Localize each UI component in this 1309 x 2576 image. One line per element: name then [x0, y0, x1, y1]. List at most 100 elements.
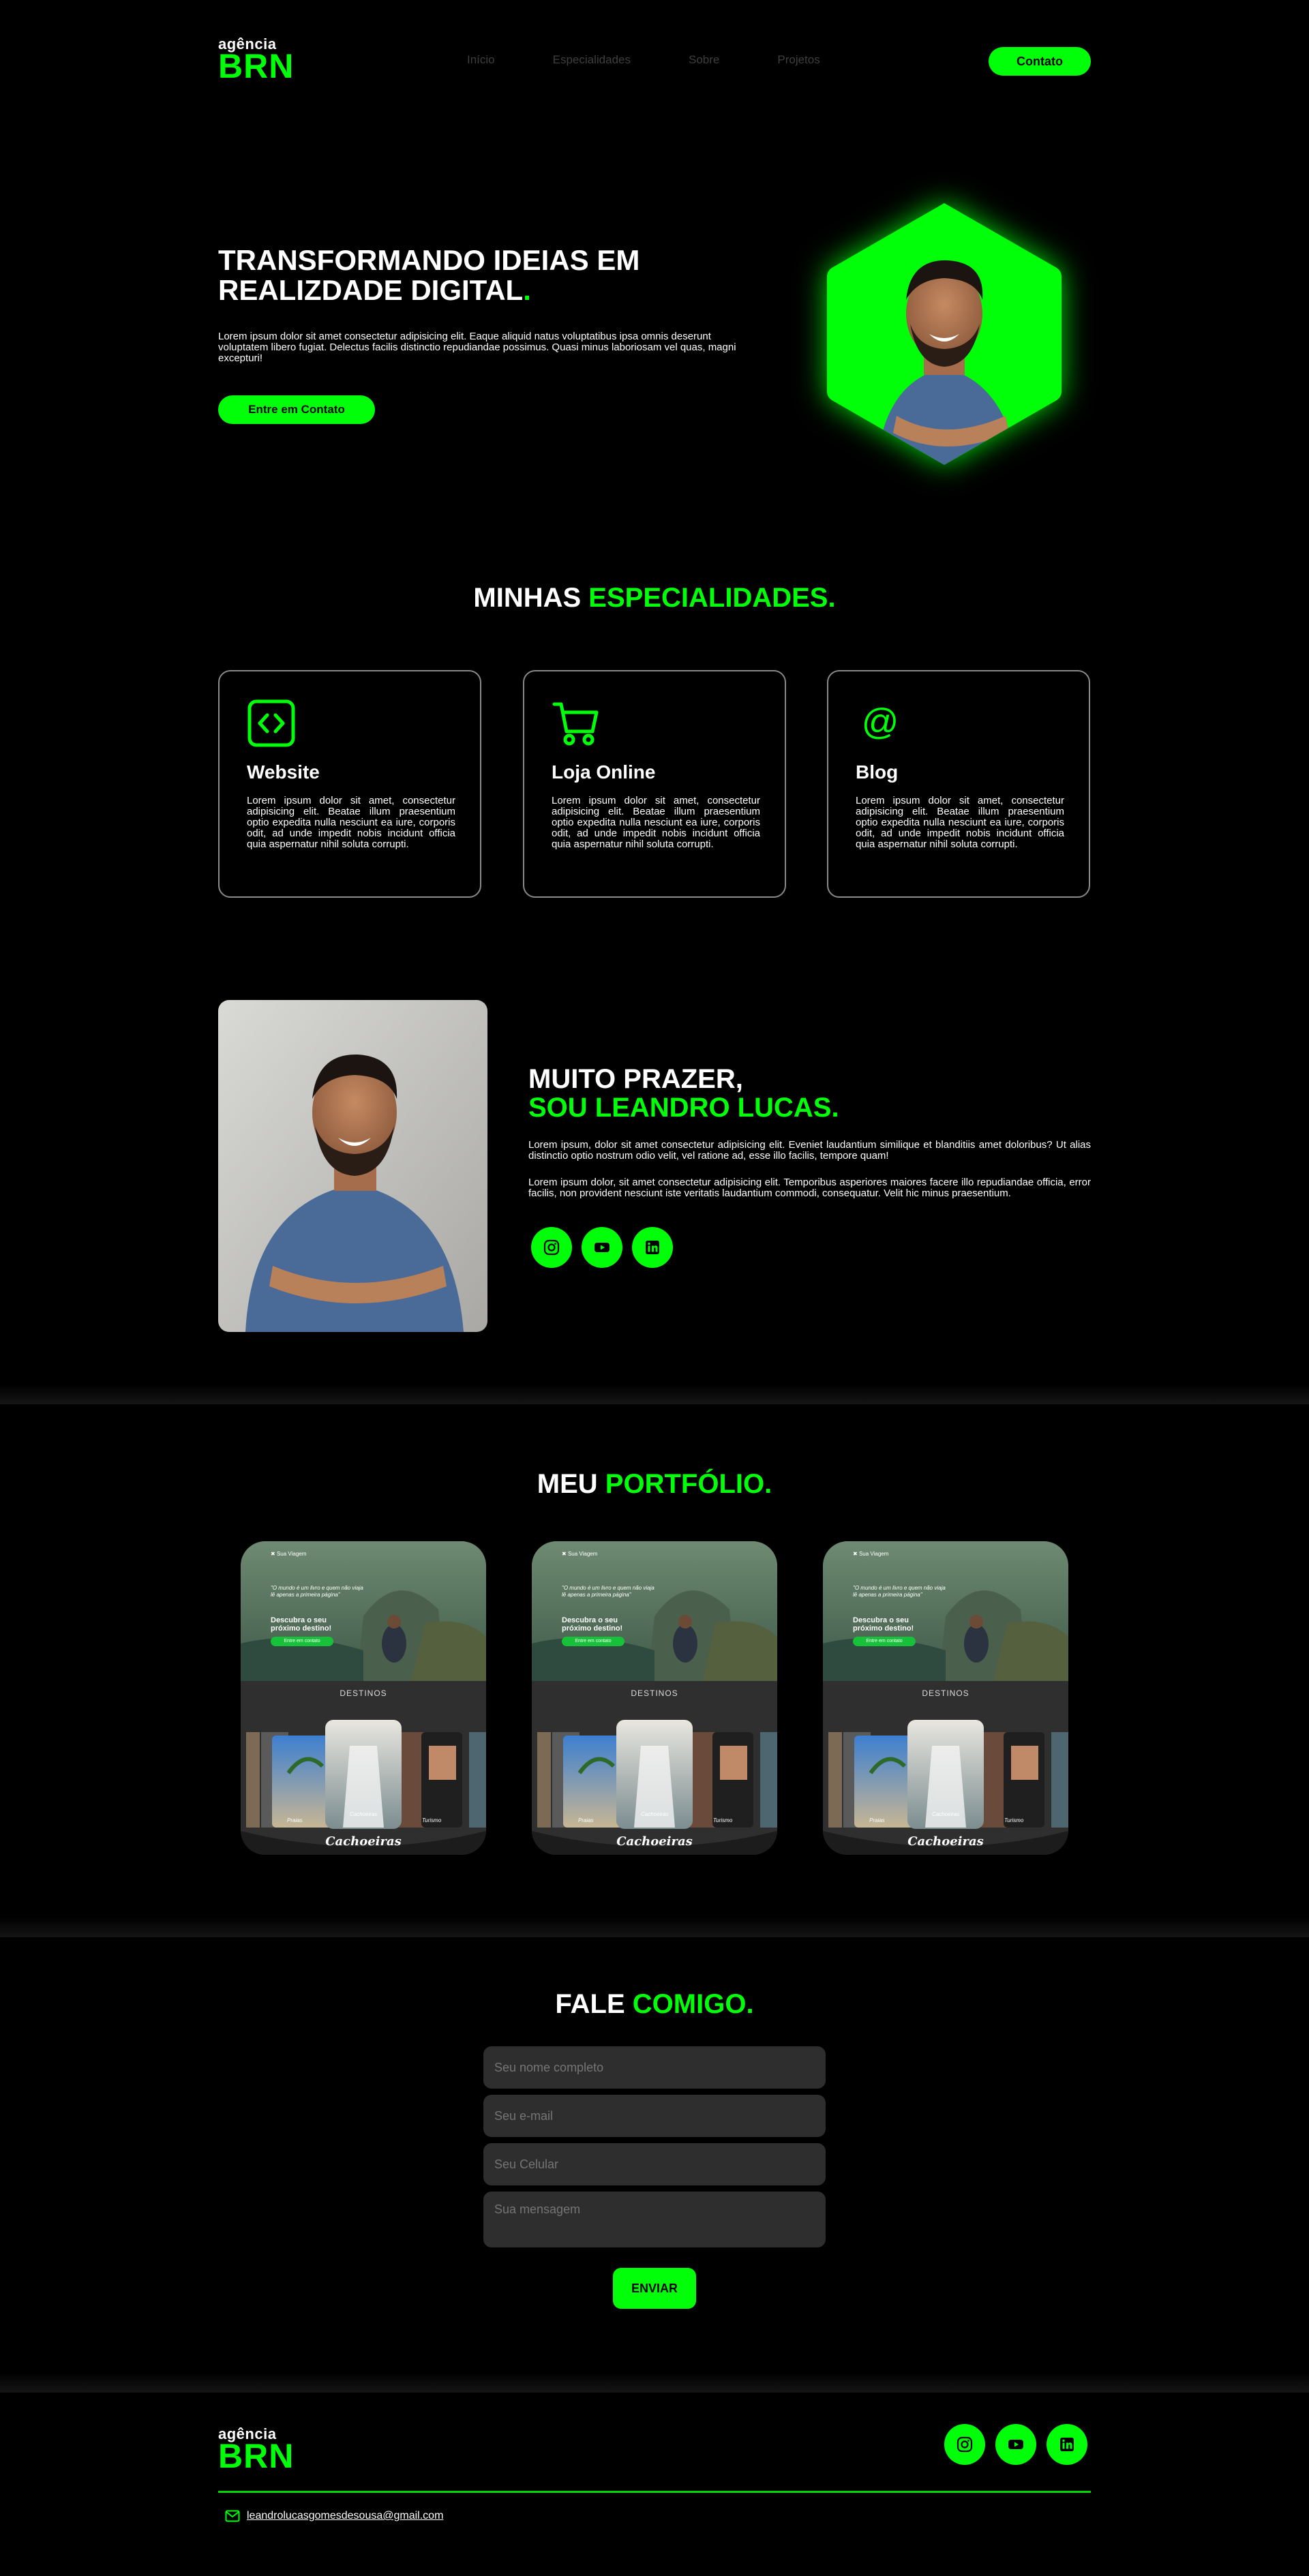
- hero-description: Lorem ipsum dolor sit amet consectetur a…: [218, 331, 736, 364]
- send-button[interactable]: ENVIAR: [613, 2268, 696, 2309]
- card-text: Lorem ipsum dolor sit amet, consectetur …: [552, 795, 760, 850]
- at-icon: @: [862, 701, 899, 742]
- email-input[interactable]: [483, 2095, 826, 2137]
- portfolio-caption: Cachoeiras: [616, 1834, 693, 1849]
- footer-instagram-button[interactable]: [944, 2424, 985, 2465]
- message-textarea[interactable]: [483, 2192, 826, 2247]
- portfolio-title-white: MEU: [537, 1469, 598, 1499]
- about-title-white: MUITO PRAZER,: [528, 1064, 743, 1094]
- contact-title-white: FALE: [555, 1989, 625, 2019]
- svg-text:@: @: [862, 701, 899, 742]
- contact-title: FALE COMIGO.: [0, 1989, 1309, 2020]
- portfolio-card[interactable]: ✖ Sua Viagem "O mundo é um livro e quem …: [823, 1541, 1068, 1855]
- nav-link-especialidades[interactable]: Especialidades: [553, 53, 631, 67]
- about-title-green: SOU LEANDRO LUCAS.: [528, 1093, 839, 1123]
- nav-link-projetos[interactable]: Projetos: [777, 53, 819, 67]
- portfolio-headline: Descubra o seu próximo destino!: [562, 1616, 623, 1633]
- card-title: Website: [247, 761, 320, 783]
- portfolio-title: MEU PORTFÓLIO.: [0, 1469, 1309, 1500]
- logo-bottom-text: BRN: [218, 2437, 295, 2475]
- hero-contact-button[interactable]: Entre em Contato: [218, 395, 375, 424]
- portfolio-card[interactable]: ✖ Sua Viagem "O mundo é um livro e quem …: [532, 1541, 777, 1855]
- footer-email-link[interactable]: leandrolucasgomesdesousa@gmail.com: [247, 2510, 443, 2522]
- logo[interactable]: agência BRN: [218, 37, 295, 85]
- about-paragraph-1: Lorem ipsum, dolor sit amet consectetur …: [528, 1139, 1091, 1162]
- card-text: Lorem ipsum dolor sit amet, consectetur …: [247, 795, 455, 850]
- portfolio-headline: Descubra o seu próximo destino!: [271, 1616, 332, 1633]
- hero-title-line1: TRANSFORMANDO IDEIAS EM: [218, 244, 640, 276]
- footer-youtube-button[interactable]: [995, 2424, 1036, 2465]
- nav-link-inicio[interactable]: Início: [467, 53, 495, 67]
- name-input[interactable]: [483, 2046, 826, 2089]
- portfolio-brand-text: Sua Viagem: [858, 1551, 889, 1557]
- phone-input[interactable]: [483, 2143, 826, 2185]
- portfolio-caption: Cachoeiras: [325, 1834, 402, 1849]
- specialties-title-green: ESPECIALIDADES.: [588, 583, 836, 613]
- portfolio-label-turismo: Turismo: [713, 1817, 733, 1823]
- instagram-button[interactable]: [531, 1227, 572, 1268]
- portfolio-section-label: DESTINOS: [922, 1688, 969, 1698]
- portfolio-brand: ✖ Sua Viagem: [853, 1551, 889, 1557]
- nav-link-sobre[interactable]: Sobre: [689, 53, 719, 67]
- portfolio-card[interactable]: ✖ Sua Viagem "O mundo é um livro e quem …: [241, 1541, 486, 1855]
- portfolio-label-cachoeiras: Cachoeiras: [932, 1811, 960, 1817]
- specialty-card-online-store: Loja Online Lorem ipsum dolor sit amet, …: [523, 670, 786, 898]
- portfolio-label-turismo: Turismo: [422, 1817, 442, 1823]
- footer-divider: [218, 2491, 1091, 2493]
- mail-icon: [225, 2510, 240, 2522]
- portfolio-quote: "O mundo é um livro e quem não viaja lê …: [562, 1585, 654, 1598]
- about-title: MUITO PRAZER, SOU LEANDRO LUCAS.: [528, 1065, 839, 1122]
- portfolio-section-label: DESTINOS: [631, 1688, 678, 1698]
- hero-title: TRANSFORMANDO IDEIAS EM REALIZDADE DIGIT…: [218, 245, 695, 305]
- portfolio-label-praias: Praias: [869, 1817, 885, 1823]
- portfolio-brand-text: Sua Viagem: [567, 1551, 598, 1557]
- portfolio-quote: "O mundo é um livro e quem não viaja lê …: [271, 1585, 363, 1598]
- portfolio-section-label: DESTINOS: [340, 1688, 387, 1698]
- instagram-icon: [957, 2436, 973, 2453]
- portfolio-brand: ✖ Sua Viagem: [271, 1551, 307, 1557]
- portfolio-cta: Entre em contato: [562, 1637, 625, 1646]
- logo-bottom-text: BRN: [218, 47, 295, 85]
- section-divider: [0, 1384, 1309, 1404]
- linkedin-button[interactable]: [632, 1227, 673, 1268]
- section-divider: [0, 2372, 1309, 2393]
- footer-linkedin-button[interactable]: [1047, 2424, 1087, 2465]
- specialty-card-blog: @ Blog Lorem ipsum dolor sit amet, conse…: [827, 670, 1090, 898]
- linkedin-icon: [646, 1241, 659, 1254]
- specialties-title-white: MINHAS: [473, 583, 582, 613]
- portfolio-brand: ✖ Sua Viagem: [562, 1551, 598, 1557]
- youtube-icon: [595, 1243, 610, 1252]
- portfolio-label-cachoeiras: Cachoeiras: [350, 1811, 378, 1817]
- portfolio-label-praias: Praias: [578, 1817, 594, 1823]
- portfolio-label-cachoeiras: Cachoeiras: [641, 1811, 669, 1817]
- hero-title-dot: .: [523, 274, 531, 306]
- contact-title-green: COMIGO.: [632, 1989, 754, 2019]
- main-nav: Início Especialidades Sobre Projetos: [467, 53, 820, 67]
- contact-button[interactable]: Contato: [989, 47, 1091, 76]
- portfolio-caption: Cachoeiras: [907, 1834, 984, 1849]
- footer-logo[interactable]: agência BRN: [218, 2427, 295, 2475]
- portfolio-title-green: PORTFÓLIO.: [605, 1469, 772, 1499]
- portfolio-cta: Entre em contato: [853, 1637, 916, 1646]
- portfolio-quote: "O mundo é um livro e quem não viaja lê …: [853, 1585, 946, 1598]
- cart-icon: [552, 702, 599, 746]
- hero-title-line2: REALIZDADE DIGITAL: [218, 274, 524, 306]
- card-title: Loja Online: [552, 761, 656, 783]
- site-header: agência BRN Início Especialidades Sobre …: [218, 33, 1091, 87]
- section-divider: [0, 1917, 1309, 1937]
- portfolio-label-praias: Praias: [287, 1817, 303, 1823]
- portfolio-label-turismo: Turismo: [1004, 1817, 1024, 1823]
- hexagon-portrait-image: [827, 203, 1062, 465]
- portfolio-headline: Descubra o seu próximo destino!: [853, 1616, 914, 1633]
- about-photo: [218, 1000, 487, 1332]
- card-title: Blog: [856, 761, 899, 783]
- linkedin-icon: [1060, 2438, 1074, 2451]
- youtube-button[interactable]: [582, 1227, 622, 1268]
- portfolio-cta: Entre em contato: [271, 1637, 333, 1646]
- portfolio-brand-text: Sua Viagem: [276, 1551, 307, 1557]
- code-icon: [247, 699, 295, 747]
- instagram-icon: [543, 1239, 560, 1256]
- specialty-card-website: Website Lorem ipsum dolor sit amet, cons…: [218, 670, 481, 898]
- hero-portrait: [822, 198, 1067, 470]
- specialties-title: MINHAS ESPECIALIDADES.: [0, 583, 1309, 613]
